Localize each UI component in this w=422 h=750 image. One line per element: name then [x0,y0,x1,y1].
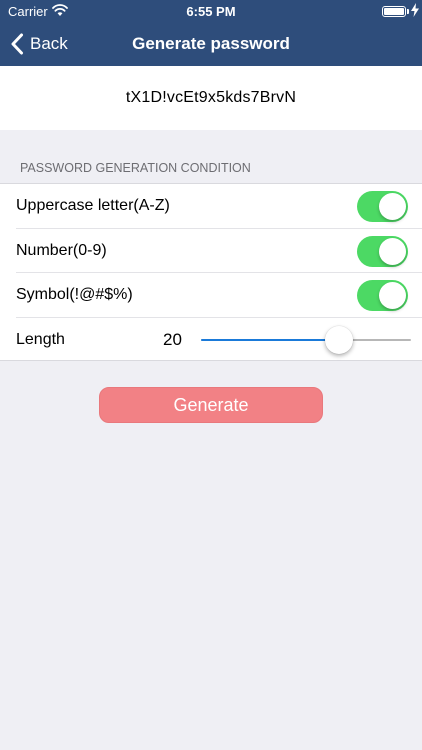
status-time: 6:55 PM [186,4,236,19]
condition-row-symbol: Symbol(!@#$%) [0,273,422,318]
uppercase-toggle[interactable] [357,191,408,222]
battery-tip [407,9,409,14]
chevron-left-icon [11,33,23,55]
condition-row-uppercase: Uppercase letter(A-Z) [0,184,422,229]
number-label: Number(0-9) [16,241,107,259]
conditions-list: Uppercase letter(A-Z) Number(0-9) Symbol… [0,183,422,361]
section-header: PASSWORD GENERATION CONDITION [20,161,251,175]
status-bar: Carrier 6:55 PM [0,0,422,22]
symbol-label: Symbol(!@#$%) [16,286,133,303]
back-button[interactable]: Back [10,22,68,66]
charging-bolt-icon [411,3,419,17]
condition-row-number: Number(0-9) [0,229,422,273]
length-slider[interactable] [201,318,411,362]
slider-fill [201,338,339,341]
generated-password: tX1D!vcEt9x5kds7BrvN [0,66,422,130]
length-value: 20 [163,329,182,349]
number-toggle[interactable] [357,235,408,267]
battery-icon [382,6,406,17]
back-label: Back [30,34,68,53]
length-row: Length 20 [0,318,422,363]
symbol-toggle[interactable] [357,280,408,311]
uppercase-label: Uppercase letter(A-Z) [16,197,170,214]
length-label: Length [16,330,65,348]
top-bar: Carrier 6:55 PM Generate password Back [0,0,422,66]
navigation-bar: Generate password Back [0,22,422,66]
generate-button[interactable]: Generate [99,387,323,423]
slider-thumb[interactable] [324,325,353,354]
